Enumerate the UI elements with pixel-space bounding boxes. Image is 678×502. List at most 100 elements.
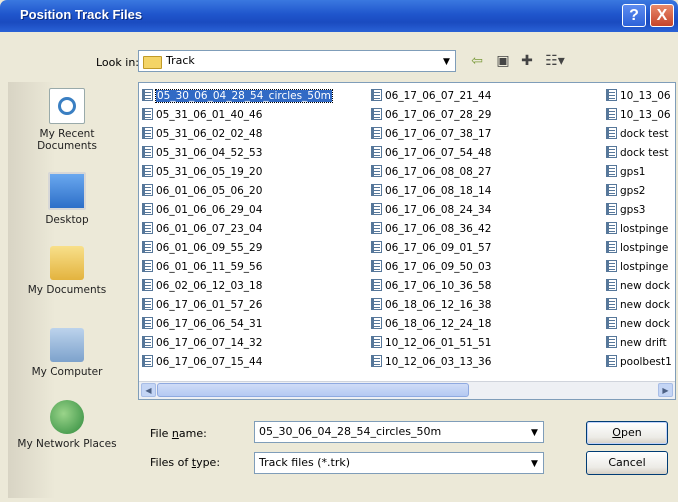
up-folder-icon[interactable]: ▣ <box>492 52 514 70</box>
file-item[interactable]: 06_17_06_01_57_26 <box>142 296 332 315</box>
network-places-icon <box>50 400 84 434</box>
file-item[interactable]: 06_17_06_07_14_32 <box>142 334 332 353</box>
file-name: 10_13_06 <box>620 109 671 121</box>
file-icon <box>371 127 382 139</box>
file-item[interactable]: 06_01_06_11_59_56 <box>142 258 332 277</box>
filetype-select[interactable]: Track files (*.trk) ▼ <box>254 452 544 474</box>
file-item[interactable]: 10_13_06 <box>606 106 672 125</box>
file-name: 06_17_06_07_54_48 <box>385 147 492 159</box>
file-name: 06_17_06_01_57_26 <box>156 299 263 311</box>
horizontal-scrollbar[interactable]: ◀ ▶ <box>139 381 675 399</box>
file-item[interactable]: dock test <box>606 125 672 144</box>
file-item[interactable]: 05_30_06_04_28_54_circles_50m <box>142 87 333 106</box>
file-item[interactable]: gps3 <box>606 201 672 220</box>
file-item[interactable]: 06_17_06_07_38_17 <box>371 125 491 144</box>
file-item[interactable]: 06_17_06_08_36_42 <box>371 220 491 239</box>
place-recent-documents[interactable]: My Recent Documents <box>8 88 126 152</box>
file-item[interactable]: 06_17_06_07_28_29 <box>371 106 491 125</box>
file-name: dock test <box>620 128 669 140</box>
scroll-thumb[interactable] <box>157 383 469 397</box>
scroll-right-icon[interactable]: ▶ <box>658 383 673 397</box>
file-icon <box>142 108 153 120</box>
place-my-documents[interactable]: My Documents <box>8 246 126 296</box>
file-item[interactable]: new dock <box>606 277 672 296</box>
file-item[interactable]: 10_12_06_03_13_36 <box>371 353 491 372</box>
file-name: gps2 <box>620 185 646 197</box>
file-name: 06_17_06_09_01_57 <box>385 242 492 254</box>
file-item[interactable]: 10_12_06_01_51_51 <box>371 334 491 353</box>
file-name: 06_01_06_05_06_20 <box>156 185 263 197</box>
file-item[interactable]: 06_17_06_08_24_34 <box>371 201 491 220</box>
file-name: 06_17_06_06_54_31 <box>156 318 263 330</box>
place-label: My Computer <box>31 366 103 378</box>
file-item[interactable]: lostpinge <box>606 258 672 277</box>
file-name: 10_12_06_01_51_51 <box>385 337 492 349</box>
place-desktop[interactable]: Desktop <box>8 172 126 226</box>
file-icon <box>371 298 382 310</box>
filename-input[interactable]: 05_30_06_04_28_54_circles_50m ▼ <box>254 421 544 443</box>
file-item[interactable]: 06_17_06_09_50_03 <box>371 258 491 277</box>
file-item[interactable]: dock test <box>606 144 672 163</box>
file-icon <box>371 184 382 196</box>
help-button[interactable]: ? <box>622 4 646 27</box>
file-item[interactable]: 06_17_06_07_15_44 <box>142 353 332 372</box>
file-name: 05_31_06_01_40_46 <box>156 109 263 121</box>
file-icon <box>606 146 617 158</box>
file-list[interactable]: 05_30_06_04_28_54_circles_50m 05_31_06_01… <box>138 82 676 400</box>
file-item[interactable]: 06_17_06_07_54_48 <box>371 144 491 163</box>
file-item[interactable]: 05_31_06_02_02_48 <box>142 125 332 144</box>
file-item[interactable]: lostpinge <box>606 239 672 258</box>
file-item[interactable]: gps1 <box>606 163 672 182</box>
place-label: My Recent Documents <box>37 128 97 152</box>
file-item[interactable]: 06_01_06_05_06_20 <box>142 182 332 201</box>
scroll-left-icon[interactable]: ◀ <box>141 383 156 397</box>
file-item[interactable]: 06_17_06_10_36_58 <box>371 277 491 296</box>
file-item[interactable]: 06_18_06_12_24_18 <box>371 315 491 334</box>
file-item[interactable]: 06_17_06_07_21_44 <box>371 87 491 106</box>
chevron-down-icon[interactable]: ▼ <box>438 51 455 71</box>
file-name: 06_01_06_11_59_56 <box>156 261 263 273</box>
open-button[interactable]: Open <box>586 421 668 445</box>
file-name: 06_17_06_08_24_34 <box>385 204 492 216</box>
close-button[interactable]: X <box>650 4 674 27</box>
file-item[interactable]: 06_17_06_06_54_31 <box>142 315 332 334</box>
file-item[interactable]: 10_13_06 <box>606 87 672 106</box>
file-column-3: 10_13_06 10_13_06 dock test dock test gps1 gp… <box>606 87 672 372</box>
file-item[interactable]: 06_02_06_12_03_18 <box>142 277 332 296</box>
file-item[interactable]: new dock <box>606 296 672 315</box>
file-name: 06_17_06_09_50_03 <box>385 261 492 273</box>
file-item[interactable]: 06_18_06_12_16_38 <box>371 296 491 315</box>
file-icon <box>606 222 617 234</box>
file-item[interactable]: 05_31_06_04_52_53 <box>142 144 332 163</box>
file-item[interactable]: 05_31_06_01_40_46 <box>142 106 332 125</box>
new-folder-icon[interactable]: ✚ <box>516 52 538 70</box>
file-icon <box>142 127 153 139</box>
place-network[interactable]: My Network Places <box>8 400 126 450</box>
file-icon <box>606 336 617 348</box>
file-column-1: 05_30_06_04_28_54_circles_50m 05_31_06_01… <box>142 87 333 372</box>
file-item[interactable]: new drift <box>606 334 672 353</box>
file-item[interactable]: new dock <box>606 315 672 334</box>
lookin-dropdown[interactable]: Track ▼ <box>138 50 456 72</box>
file-item[interactable]: 06_01_06_09_55_29 <box>142 239 332 258</box>
cancel-button[interactable]: Cancel <box>586 451 668 475</box>
file-item[interactable]: 06_17_06_08_18_14 <box>371 182 491 201</box>
back-icon[interactable]: ⇦ <box>466 52 488 70</box>
file-item[interactable]: gps2 <box>606 182 672 201</box>
file-name: 06_17_06_07_14_32 <box>156 337 263 349</box>
file-item[interactable]: 06_01_06_06_29_04 <box>142 201 332 220</box>
chevron-down-icon[interactable]: ▼ <box>526 422 543 442</box>
file-item[interactable]: 06_01_06_07_23_04 <box>142 220 332 239</box>
file-icon <box>606 317 617 329</box>
file-name: 05_30_06_04_28_54_circles_50m <box>155 89 333 103</box>
views-menu-icon[interactable]: ☷▾ <box>544 52 566 70</box>
file-item[interactable]: 05_31_06_05_19_20 <box>142 163 332 182</box>
places-bar: My Recent Documents Desktop My Documents… <box>8 82 126 498</box>
place-my-computer[interactable]: My Computer <box>8 328 126 378</box>
file-item[interactable]: poolbest1 <box>606 353 672 372</box>
file-icon <box>606 89 617 101</box>
file-item[interactable]: lostpinge <box>606 220 672 239</box>
chevron-down-icon[interactable]: ▼ <box>526 453 543 473</box>
file-item[interactable]: 06_17_06_09_01_57 <box>371 239 491 258</box>
file-item[interactable]: 06_17_06_08_08_27 <box>371 163 491 182</box>
